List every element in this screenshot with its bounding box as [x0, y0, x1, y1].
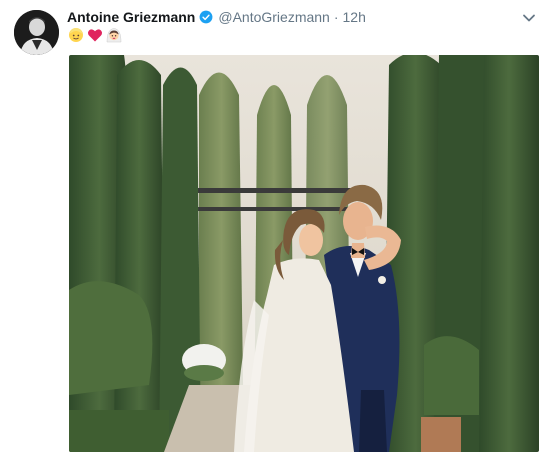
separator-dot: · [333, 9, 339, 25]
tweet-header: Antoine Griezmann @AntoGriezmann · 12h [67, 9, 366, 25]
bride-with-veil-emoji-icon [106, 28, 122, 43]
tweet: Antoine Griezmann @AntoGriezmann · 12h [0, 0, 550, 452]
tweet-photo[interactable] [69, 55, 539, 452]
blond-person-emoji-icon [69, 28, 83, 42]
red-heart-emoji-icon [88, 29, 102, 42]
tweet-timestamp[interactable]: 12h [343, 9, 366, 25]
profile-avatar[interactable] [14, 10, 59, 55]
author-name[interactable]: Antoine Griezmann [67, 9, 195, 25]
verified-badge-icon [199, 10, 213, 24]
avatar-portrait-icon [14, 10, 59, 55]
author-handle[interactable]: @AntoGriezmann [218, 9, 329, 25]
chevron-down-icon[interactable] [521, 10, 537, 26]
tweet-text [68, 27, 122, 43]
wedding-photo-icon [69, 55, 539, 452]
